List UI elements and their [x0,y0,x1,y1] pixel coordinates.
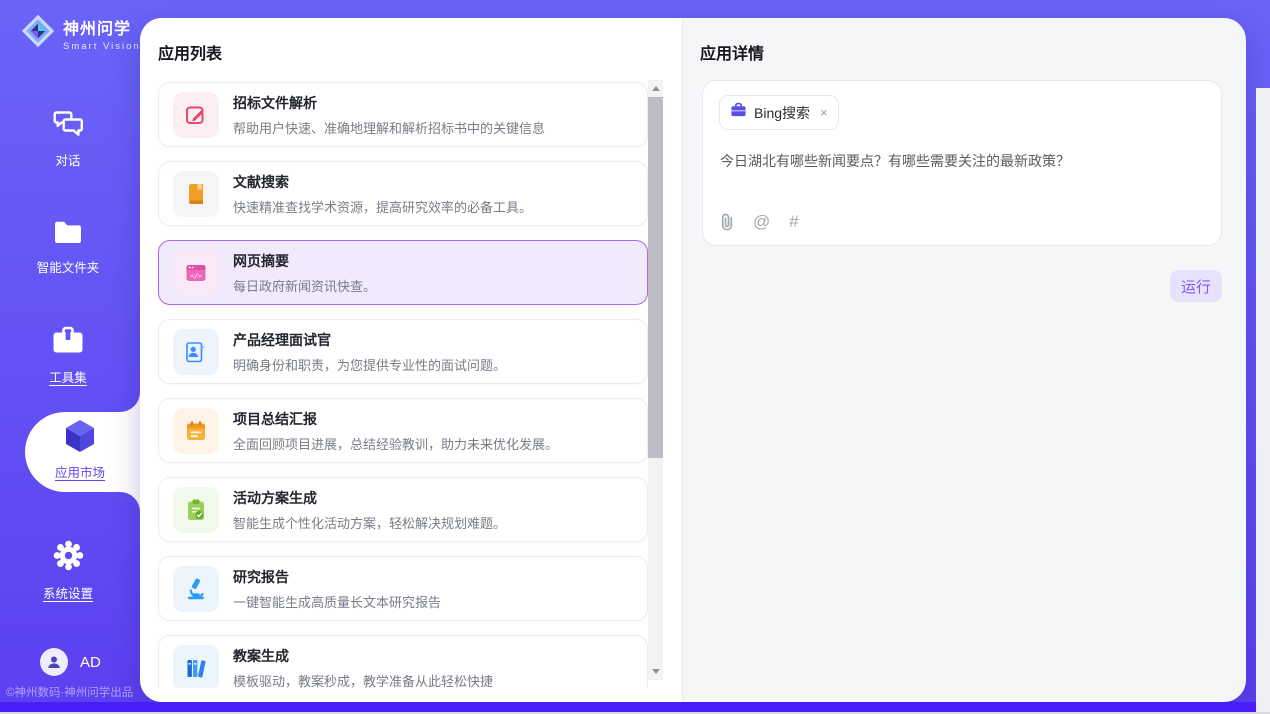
app-card-literature-search[interactable]: 文献搜索 快速精准查找学术资源，提高研究效率的必备工具。 [158,161,648,226]
app-card-pm-interviewer[interactable]: 产品经理面试官 明确身份和职责，为您提供专业性的面试问题。 [158,319,648,384]
app-description: 全面回顾项目进展，总结经验教训，助力未来优化发展。 [233,434,558,453]
app-card-web-summary[interactable]: </> 网页摘要 每日政府新闻资讯快查。 [158,240,648,305]
calendar-icon [173,408,219,454]
app-title: 项目总结汇报 [233,409,558,429]
sidebar-item-label: 系统设置 [43,583,93,602]
app-title: 招标文件解析 [233,93,545,113]
edit-square-icon [173,92,219,138]
folder-icon [53,220,83,250]
arrow-up-icon [652,86,660,91]
user-name: AD [80,654,101,671]
user-avatar-icon [40,648,68,676]
sidebar-item-label: 智能文件夹 [37,257,100,276]
sidebar-item-label: 应用市场 [55,462,105,481]
run-button[interactable]: 运行 [1170,270,1222,302]
sidebar-item-chat[interactable]: 对话 [0,110,136,169]
diamond-logo-icon [20,13,56,54]
app-title: 文献搜索 [233,172,532,192]
mention-icon[interactable]: @ [753,212,770,232]
app-description: 帮助用户快速、准确地理解和解析招标书中的关键信息 [233,118,545,137]
sidebar-item-settings[interactable]: 系统设置 [0,540,136,602]
tab-curve-bottom [120,492,140,512]
app-card-lesson-plan[interactable]: 教案生成 模板驱动，教案秒成，教学准备从此轻松快捷 [158,635,648,688]
app-card-event-plan[interactable]: 活动方案生成 智能生成个性化活动方案，轻松解决规划难题。 [158,477,648,542]
bottom-accent-bar [0,702,1256,712]
hash-icon[interactable]: # [789,212,798,232]
list-scrollbar[interactable] [648,80,663,680]
brand-logo: 神州问学 Smart Vision [20,13,141,54]
scroll-up-button[interactable] [648,80,663,97]
scroll-down-button[interactable] [648,663,663,680]
prompt-card: Bing搜索 × 今日湖北有哪些新闻要点？有哪些需要关注的最新政策？ @ # [702,80,1222,246]
app-description: 每日政府新闻资讯快查。 [233,276,376,295]
main-content: 应用列表 招标文件解析 帮助用户快速、准确地理解和解析招标书中的关键信息 [140,18,1246,702]
gear-icon [53,540,84,576]
app-description: 模板驱动，教案秒成，教学准备从此轻松快捷 [233,671,493,689]
close-icon[interactable]: × [820,106,828,119]
user-account[interactable]: AD [40,648,101,676]
input-toolbar: @ # [720,212,799,232]
app-card-project-summary[interactable]: 项目总结汇报 全面回顾项目进展，总结经验教训，助力未来优化发展。 [158,398,648,463]
app-card-bid-document-analysis[interactable]: 招标文件解析 帮助用户快速、准确地理解和解析招标书中的关键信息 [158,82,648,147]
cube-icon [63,418,97,459]
microscope-icon [173,566,219,612]
app-description: 一键智能生成高质量长文本研究报告 [233,592,441,611]
app-title: 活动方案生成 [233,488,506,508]
app-list-title: 应用列表 [158,40,222,64]
svg-text:</>: </> [190,271,202,279]
app-card-research-report[interactable]: 研究报告 一键智能生成高质量长文本研究报告 [158,556,648,621]
tab-curve-top [120,392,140,412]
arrow-down-icon [652,669,660,674]
browser-code-icon: </> [173,250,219,296]
chat-icon [53,110,84,143]
app-title: 产品经理面试官 [233,330,506,350]
books-icon [173,645,219,689]
brand-subtitle: Smart Vision [63,41,141,52]
app-detail-title: 应用详情 [700,40,764,64]
sidebar-item-toolset[interactable]: 工具集 [0,326,136,386]
brand-name: 神州问学 [63,15,141,39]
copyright-text: ©神州数码·神州问学出品 [6,684,140,700]
sidebar-item-label: 对话 [55,150,80,169]
paperclip-icon[interactable] [720,213,734,231]
app-title: 网页摘要 [233,251,376,271]
app-window: 神州问学 Smart Vision 对话 智能文件夹 工具集 [0,0,1270,714]
sidebar-item-app-market[interactable]: 应用市场 [25,418,135,481]
book-icon [173,171,219,217]
app-list-panel: 应用列表 招标文件解析 帮助用户快速、准确地理解和解析招标书中的关键信息 [140,18,683,702]
app-title: 研究报告 [233,567,441,587]
app-description: 快速精准查找学术资源，提高研究效率的必备工具。 [233,197,532,216]
interviewer-icon [173,329,219,375]
toolbox-icon [51,326,85,360]
sidebar-item-label: 工具集 [49,367,87,386]
sidebar-item-smart-folder[interactable]: 智能文件夹 [0,220,136,276]
scrollbar-thumb[interactable] [648,97,663,458]
window-scrollbar[interactable] [1256,88,1270,714]
briefcase-icon [730,102,747,123]
tool-tag-bing-search[interactable]: Bing搜索 × [719,95,839,130]
clipboard-check-icon [173,487,219,533]
app-title: 教案生成 [233,646,493,666]
tool-tag-label: Bing搜索 [754,103,810,123]
app-description: 智能生成个性化活动方案，轻松解决规划难题。 [233,513,506,532]
app-detail-panel: 应用详情 Bing搜索 × 今日湖北有哪些新闻要点？有哪些需要关注的最新政策？ [683,18,1246,702]
app-description: 明确身份和职责，为您提供专业性的面试问题。 [233,355,506,374]
query-input[interactable]: 今日湖北有哪些新闻要点？有哪些需要关注的最新政策？ [720,151,1200,171]
app-list: 招标文件解析 帮助用户快速、准确地理解和解析招标书中的关键信息 文献搜索 [158,70,648,688]
